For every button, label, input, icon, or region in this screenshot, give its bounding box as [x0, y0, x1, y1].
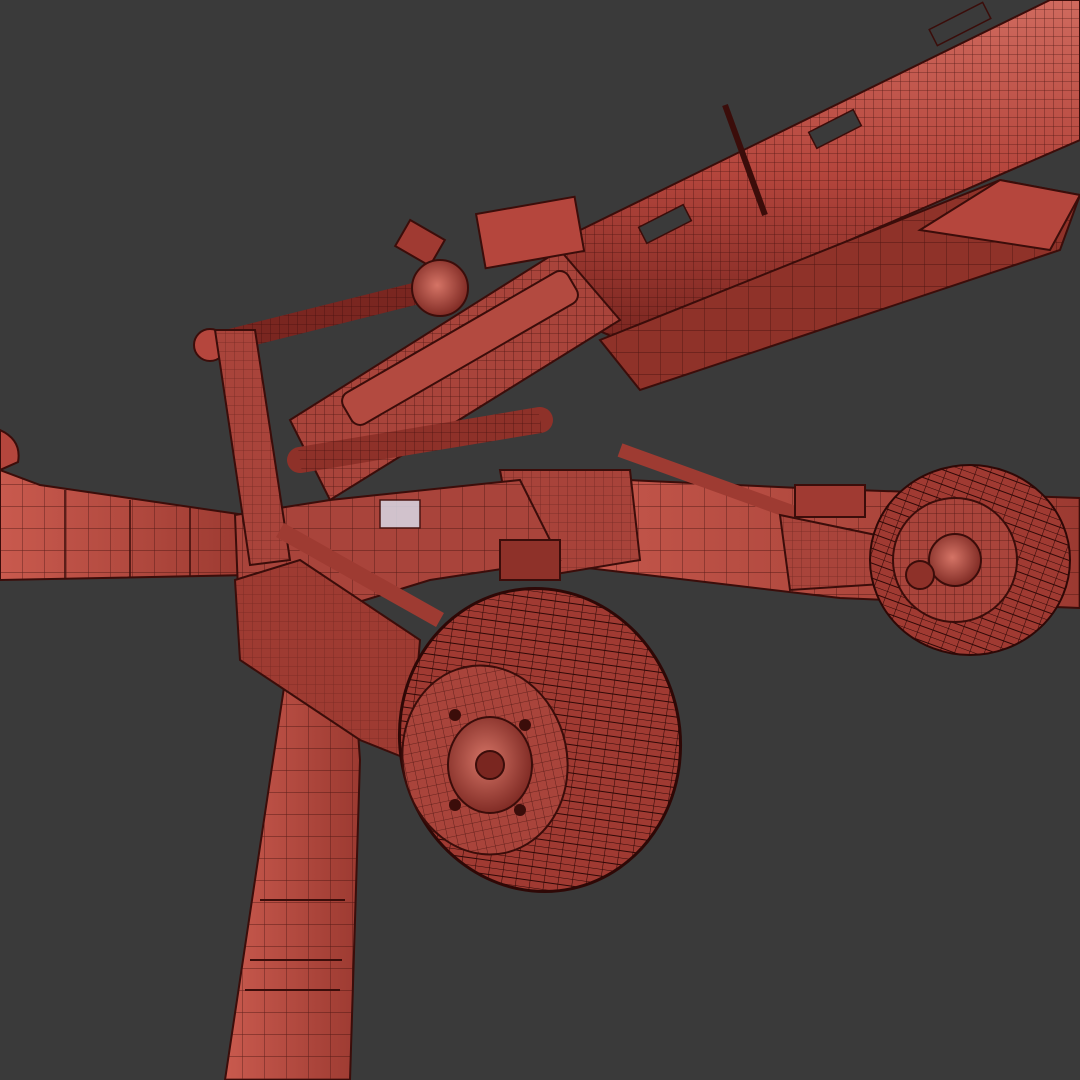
- rear-wheel: [869, 464, 1071, 656]
- wireframe-render: [0, 0, 1080, 1080]
- 3d-viewport[interactable]: [0, 0, 1080, 1080]
